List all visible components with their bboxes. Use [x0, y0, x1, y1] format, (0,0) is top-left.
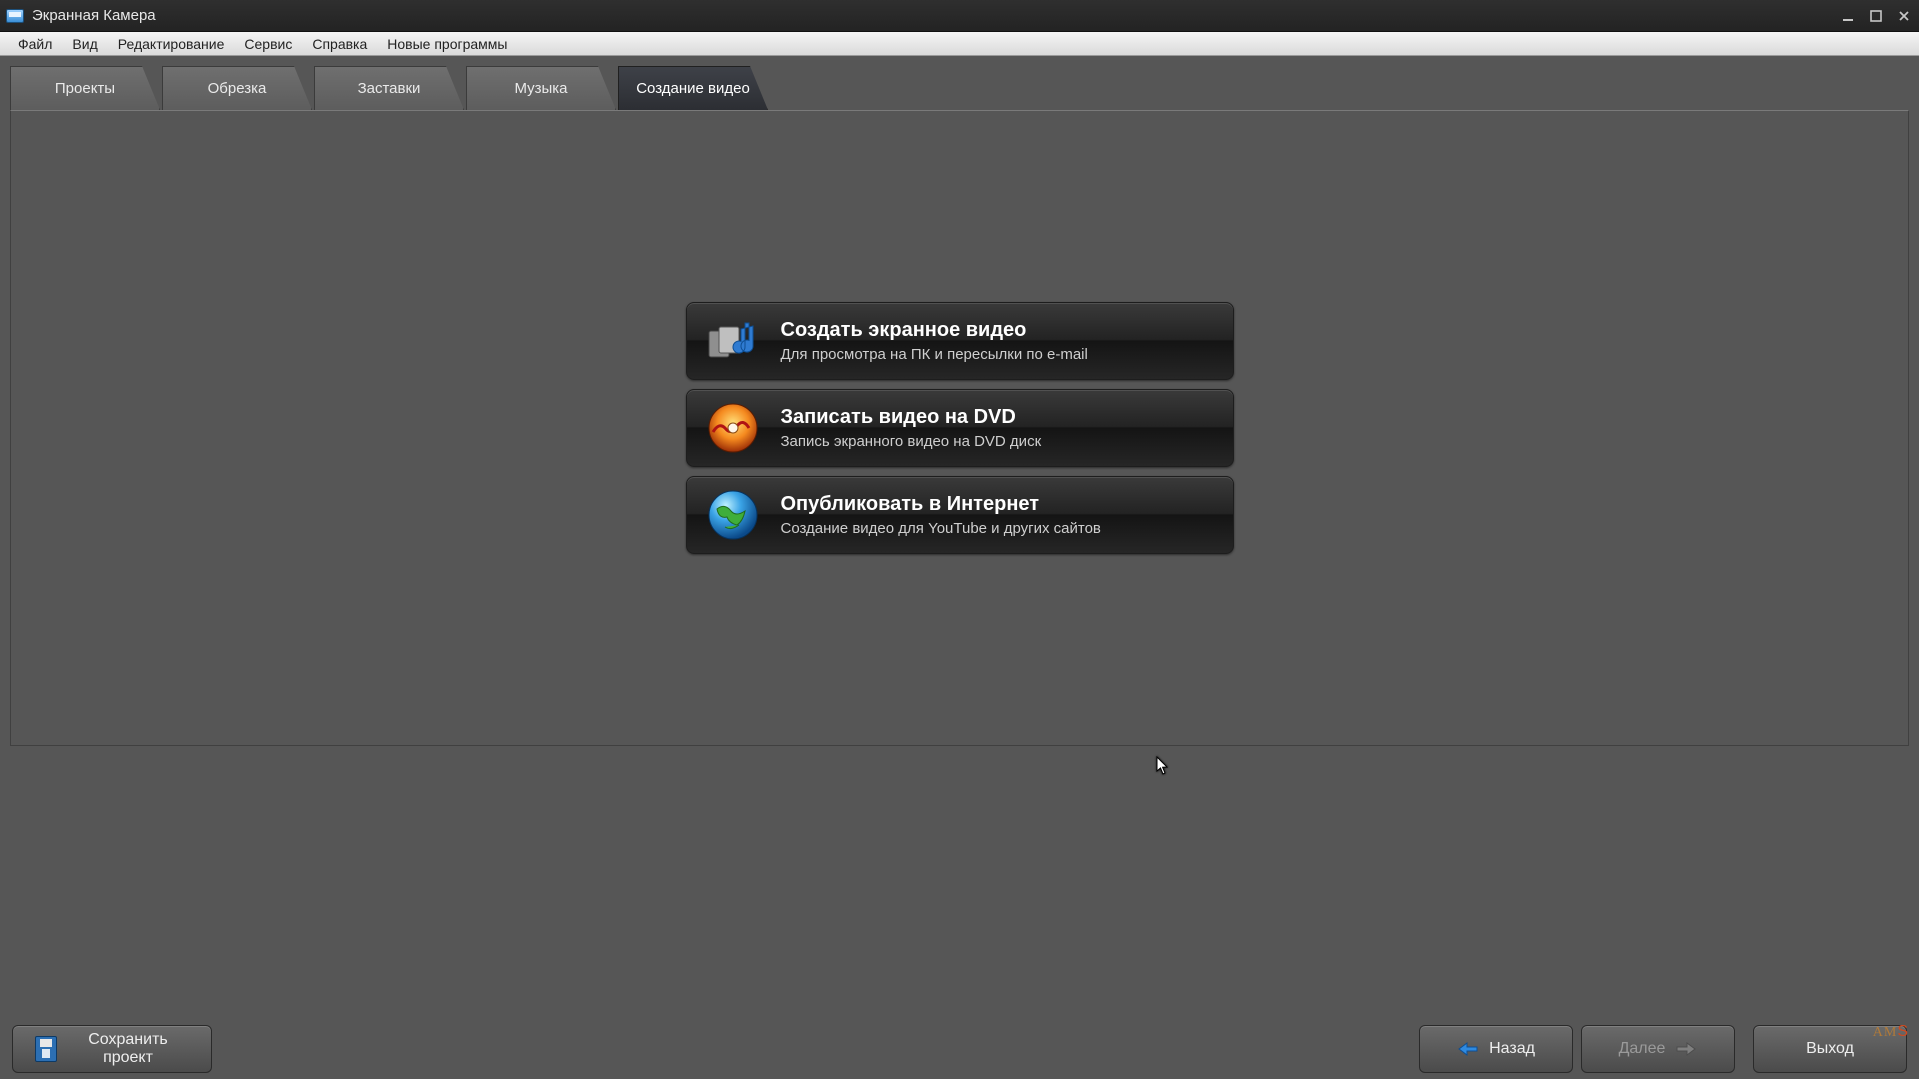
tab-label: Создание видео	[636, 80, 750, 97]
option-publish-internet[interactable]: Опубликовать в Интернет Создание видео д…	[686, 476, 1234, 554]
tab-music[interactable]: Музыка	[466, 66, 616, 110]
save-project-button[interactable]: Сохранить проект	[12, 1025, 212, 1073]
tab-projects[interactable]: Проекты	[10, 66, 160, 110]
option-title: Опубликовать в Интернет	[781, 493, 1101, 516]
dvd-disc-icon	[705, 400, 761, 456]
button-label: Сохранить проект	[67, 1031, 189, 1067]
app-icon	[6, 9, 24, 23]
button-label: Далее	[1619, 1040, 1666, 1058]
menu-service[interactable]: Сервис	[234, 34, 302, 54]
arrow-left-icon	[1457, 1038, 1479, 1060]
option-create-screen-video[interactable]: Создать экранное видео Для просмотра на …	[686, 302, 1234, 380]
button-label: Назад	[1489, 1040, 1535, 1058]
export-options: Создать экранное видео Для просмотра на …	[686, 302, 1234, 554]
tab-trim[interactable]: Обрезка	[162, 66, 312, 110]
window-title: Экранная Камера	[32, 7, 156, 24]
menubar: Файл Вид Редактирование Сервис Справка Н…	[0, 32, 1919, 56]
floppy-icon	[35, 1038, 57, 1060]
menu-view[interactable]: Вид	[62, 34, 107, 54]
option-subtitle: Создание видео для YouTube и других сайт…	[781, 520, 1101, 537]
arrow-right-icon	[1675, 1038, 1697, 1060]
next-button[interactable]: Далее	[1581, 1025, 1735, 1073]
tab-create-video[interactable]: Создание видео	[618, 66, 768, 110]
menu-new-programs[interactable]: Новые программы	[377, 34, 517, 54]
minimize-button[interactable]	[1839, 8, 1857, 24]
titlebar: Экранная Камера	[0, 0, 1919, 32]
menu-file[interactable]: Файл	[8, 34, 62, 54]
close-button[interactable]	[1895, 8, 1913, 24]
film-music-icon	[705, 313, 761, 369]
tab-label: Обрезка	[208, 80, 267, 97]
main-content: Создать экранное видео Для просмотра на …	[10, 110, 1909, 746]
mouse-cursor-icon	[1156, 756, 1170, 776]
brand-logo: AMS	[1873, 1023, 1909, 1041]
option-subtitle: Для просмотра на ПК и пересылки по e-mai…	[781, 346, 1088, 363]
option-title: Записать видео на DVD	[781, 406, 1042, 429]
tab-row: Проекты Обрезка Заставки Музыка Создание…	[0, 56, 1919, 110]
menu-edit[interactable]: Редактирование	[108, 34, 235, 54]
back-button[interactable]: Назад	[1419, 1025, 1573, 1073]
tab-label: Заставки	[358, 80, 421, 97]
menu-help[interactable]: Справка	[302, 34, 377, 54]
tab-label: Проекты	[55, 80, 115, 97]
globe-icon	[705, 487, 761, 543]
button-label: Выход	[1806, 1040, 1854, 1058]
window-controls	[1839, 8, 1913, 24]
option-title: Создать экранное видео	[781, 319, 1088, 342]
tab-intros[interactable]: Заставки	[314, 66, 464, 110]
footer: Сохранить проект Назад Далее Выход	[0, 1019, 1919, 1079]
maximize-button[interactable]	[1867, 8, 1885, 24]
tab-label: Музыка	[514, 80, 567, 97]
option-subtitle: Запись экранного видео на DVD диск	[781, 433, 1042, 450]
option-burn-dvd[interactable]: Записать видео на DVD Запись экранного в…	[686, 389, 1234, 467]
